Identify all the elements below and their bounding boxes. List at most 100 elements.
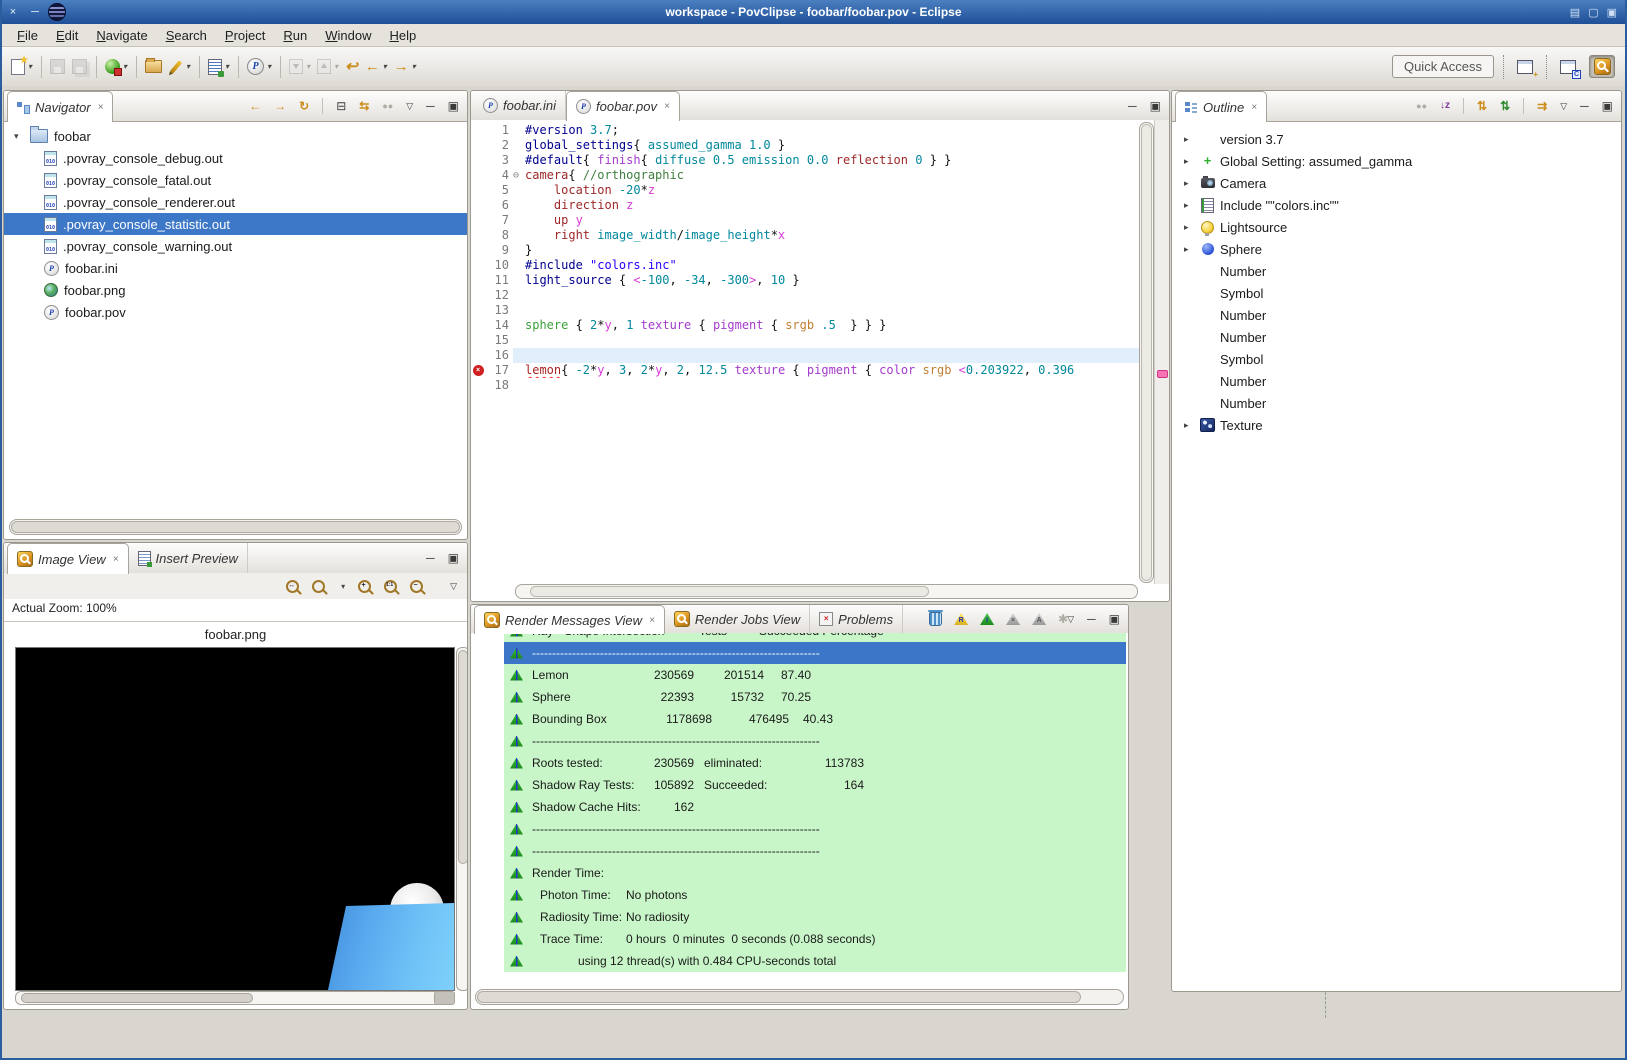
maximize-icon[interactable]: ▣ [1109, 613, 1120, 625]
code-area[interactable]: 1#version 3.7;2global_settings{ assumed_… [471, 120, 1140, 584]
editor-vscrollbar[interactable] [1139, 122, 1154, 583]
povclipse-perspective-button[interactable] [1589, 55, 1615, 78]
image-hscrollbar[interactable] [15, 991, 455, 1005]
message-row-0[interactable]: Ray->Shape IntersectionTestsSucceeded Pe… [504, 633, 1126, 642]
maximize-icon[interactable]: ▣ [1150, 100, 1161, 112]
minimize-icon[interactable]: ─ [1580, 100, 1589, 112]
minimize-icon[interactable]: ─ [426, 552, 435, 564]
error-marker[interactable] [1157, 370, 1168, 378]
message-row-3[interactable]: Sphere223931573270.25 [504, 686, 1126, 708]
back-dropdown-icon[interactable]: ▾ [383, 62, 387, 71]
scroll-thumb[interactable] [1141, 124, 1152, 581]
message-row-12[interactable]: Photon Time:No photons [504, 884, 1126, 906]
outline-item-number[interactable]: Number [1172, 260, 1621, 282]
tree-item-foobar-pov[interactable]: Pfoobar.pov [4, 301, 467, 323]
collapse-all-icon[interactable]: ⊟ [336, 100, 346, 112]
expand-arrow-icon[interactable]: ▸ [1184, 134, 1200, 145]
tab-render-jobs-view[interactable]: Render Jobs View [665, 605, 810, 633]
tree-item-povray-console-debug-out[interactable]: 010.povray_console_debug.out [4, 147, 467, 169]
back-button[interactable]: ←▾ [362, 52, 390, 82]
tree-item-project[interactable]: ▾foobar [4, 125, 467, 147]
open-perspective-button[interactable]: + [1513, 56, 1537, 77]
message-row-9[interactable]: ----------------------------------------… [504, 818, 1126, 840]
zoom-out-icon[interactable]: − [410, 580, 423, 593]
message-row-7[interactable]: Shadow Ray Tests:105892Succeeded:164 [504, 774, 1126, 796]
annotate-dropdown-icon[interactable]: ▾ [186, 62, 190, 71]
menu-help[interactable]: Help [380, 25, 425, 46]
scroll-thumb[interactable] [477, 991, 1081, 1003]
tab-outline[interactable]: Outline× [1175, 91, 1267, 122]
outline-item-number[interactable]: Number [1172, 392, 1621, 414]
tree-item-povray-console-warning-out[interactable]: 010.povray_console_warning.out [4, 235, 467, 257]
menu-search[interactable]: Search [157, 25, 216, 46]
outline-item-texture[interactable]: ▸Texture [1172, 414, 1621, 436]
message-row-1[interactable]: ----------------------------------------… [504, 642, 1126, 664]
zoom-in-icon[interactable]: + [358, 580, 371, 593]
menu-navigate[interactable]: Navigate [87, 25, 156, 46]
scroll-thumb[interactable] [21, 993, 253, 1003]
close-tab-icon[interactable]: × [649, 615, 655, 626]
expand-arrow-icon[interactable]: ▸ [1184, 200, 1200, 211]
image-vscrollbar[interactable] [456, 647, 468, 991]
render-button[interactable]: ▾ [102, 52, 130, 82]
forward-dropdown-icon[interactable]: ▾ [412, 62, 416, 71]
message-row-15[interactable]: using 12 thread(s) with 0.484 CPU-second… [504, 950, 1126, 972]
view-menu-icon[interactable]: ▽ [1560, 100, 1567, 112]
expand-arrow-icon[interactable]: ▸ [1184, 244, 1200, 255]
close-tab-icon[interactable]: × [664, 101, 670, 112]
close-tab-icon[interactable]: × [113, 554, 119, 565]
message-row-10[interactable]: ----------------------------------------… [504, 840, 1126, 862]
menu-project[interactable]: Project [216, 25, 274, 46]
tab-foobar-ini[interactable]: Pfoobar.ini [474, 91, 566, 120]
message-row-8[interactable]: Shadow Cache Hits:162 [504, 796, 1126, 818]
view-menu-icon[interactable]: ▽ [450, 580, 457, 592]
menu-edit[interactable]: Edit [47, 25, 87, 46]
tab-render-messages-view[interactable]: Render Messages View× [474, 605, 665, 634]
link-with-editor-icon[interactable]: ⇆ [359, 100, 369, 112]
zoom-dropdown-icon[interactable]: ▾ [341, 582, 345, 591]
minimize-icon[interactable]: ─ [1128, 100, 1137, 112]
tree-item-povray-console-statistic-out[interactable]: 010.povray_console_statistic.out [4, 213, 467, 235]
rendered-image[interactable] [15, 647, 455, 991]
message-row-14[interactable]: Trace Time:0 hours 0 minutes 0 seconds (… [504, 928, 1126, 950]
forward-icon[interactable]: → [274, 100, 286, 112]
outline-item-camera[interactable]: ▸Camera [1172, 172, 1621, 194]
open-folder-button[interactable] [142, 52, 165, 82]
sort-group-icon[interactable]: ⇅ [1500, 100, 1510, 112]
view-menu-icon[interactable]: ▽ [1067, 613, 1074, 625]
outline-item-symbol[interactable]: Symbol [1172, 348, 1621, 370]
collapse-arrow-icon[interactable]: ▾ [14, 131, 30, 142]
new-dropdown-icon[interactable]: ▾ [28, 62, 32, 71]
tab-navigator[interactable]: Navigator× [7, 91, 113, 122]
outline-item-number[interactable]: Number [1172, 370, 1621, 392]
outline-item-number[interactable]: Number [1172, 304, 1621, 326]
menu-file[interactable]: File [8, 25, 47, 46]
code-editor[interactable]: 1#version 3.7;2global_settings{ assumed_… [471, 120, 1169, 601]
outline-item-symbol[interactable]: Symbol [1172, 282, 1621, 304]
tab-problems[interactable]: ×Problems [810, 605, 903, 633]
annotate-button[interactable]: ▾ [166, 52, 193, 82]
expand-arrow-icon[interactable]: ▸ [1184, 178, 1200, 189]
zoom-select-icon[interactable] [312, 580, 325, 593]
povray-button[interactable]: P▾ [244, 52, 274, 82]
outline-item-include-colors-inc[interactable]: ▸Include ""colors.inc"" [1172, 194, 1621, 216]
povray-dropdown-icon[interactable]: ▾ [267, 62, 271, 71]
minimize-icon[interactable]: ─ [1087, 613, 1096, 625]
scroll-thumb[interactable] [458, 650, 468, 864]
error-icon[interactable]: × [473, 365, 484, 376]
tree-item-povray-console-renderer-out[interactable]: 010.povray_console_renderer.out [4, 191, 467, 213]
expand-arrow-icon[interactable]: ▸ [1184, 420, 1200, 431]
message-row-6[interactable]: Roots tested:230569eliminated:113783 [504, 752, 1126, 774]
forward-button[interactable]: →▾ [391, 52, 419, 82]
last-edit-button[interactable]: ↩ [342, 52, 361, 82]
message-row-11[interactable]: Render Time: [504, 862, 1126, 884]
message-row-2[interactable]: Lemon23056920151487.40 [504, 664, 1126, 686]
scroll-thumb[interactable] [11, 521, 460, 533]
minimize-icon[interactable]: ─ [426, 100, 435, 112]
template-dropdown-icon[interactable]: ▾ [225, 62, 229, 71]
window-restore-icon[interactable]: ▢ [1588, 6, 1598, 19]
message-row-4[interactable]: Bounding Box117869847649540.43 [504, 708, 1126, 730]
scroll-thumb[interactable] [530, 586, 929, 597]
zoom-actual-icon[interactable]: 1:1 [384, 580, 397, 593]
quick-access-button[interactable]: Quick Access [1392, 55, 1494, 78]
